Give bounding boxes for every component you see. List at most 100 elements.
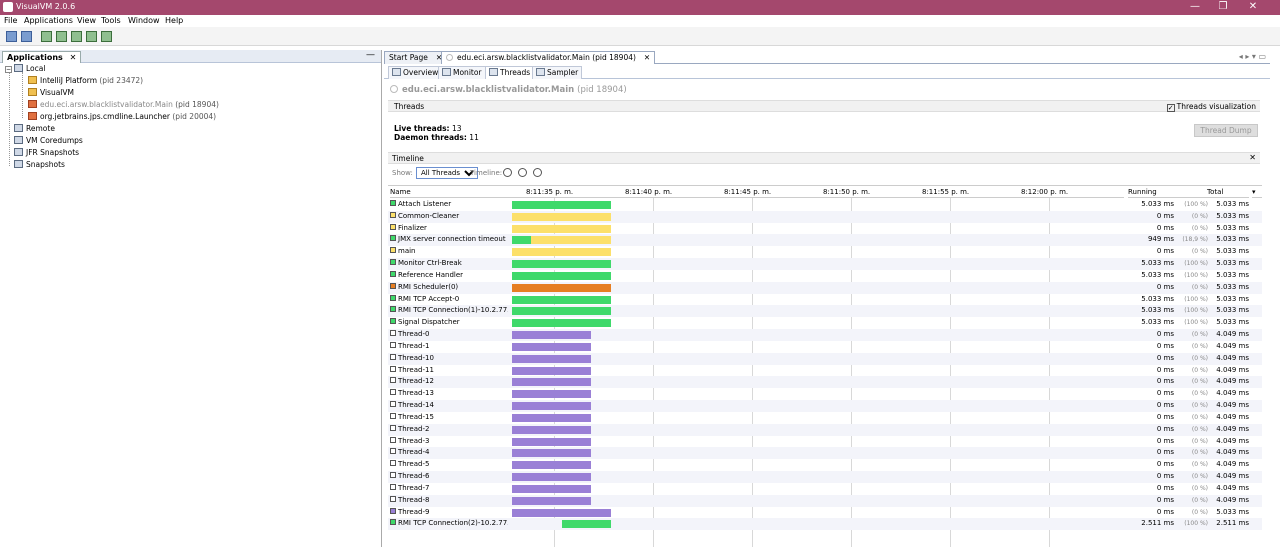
tab-process-main-close-icon[interactable]: ✕	[644, 53, 650, 62]
running-time-cell: 0 ms (0 %)	[1128, 365, 1208, 377]
running-time-value: 0 ms	[1156, 389, 1174, 398]
thread-dump-icon[interactable]	[86, 31, 97, 42]
heap-dump-icon[interactable]	[71, 31, 82, 42]
table-row[interactable]: Thread-8 0 ms (0 %) 4.049 ms	[388, 494, 1262, 507]
snapshot-icon[interactable]	[101, 31, 112, 42]
column-header-name[interactable]: Name	[390, 186, 510, 198]
table-row[interactable]: Thread-13 0 ms (0 %) 4.049 ms	[388, 388, 1262, 400]
table-row[interactable]: Thread-11 0 ms (0 %) 4.049 ms	[388, 365, 1262, 377]
running-time-value: 0 ms	[1156, 436, 1174, 445]
tree-vm-coredumps[interactable]: VM Coredumps	[14, 136, 83, 148]
tree-snapshots[interactable]: Snapshots	[14, 160, 65, 172]
add-jmx-connection-icon[interactable]	[41, 31, 52, 42]
minimize-button[interactable]: —	[1180, 0, 1210, 15]
table-row[interactable]: Thread-1 0 ms (0 %) 4.049 ms	[388, 341, 1262, 353]
applications-tab-close-icon[interactable]: ✕	[70, 53, 77, 62]
running-percent: (100 %)	[1184, 260, 1208, 268]
menu-help[interactable]: Help	[165, 16, 183, 25]
menu-tools[interactable]: Tools	[101, 16, 121, 25]
timeline-close-icon[interactable]: ✕	[1249, 153, 1256, 162]
thread-name: Thread-9	[398, 507, 430, 516]
table-row[interactable]: Thread-7 0 ms (0 %) 4.049 ms	[388, 483, 1262, 495]
panel-minimize-button[interactable]: —	[366, 50, 375, 60]
fit-zoom-icon[interactable]	[533, 168, 542, 177]
table-row[interactable]: Thread-6 0 ms (0 %) 4.049 ms	[388, 471, 1262, 483]
table-row[interactable]: Thread-5 0 ms (0 %) 4.049 ms	[388, 459, 1262, 471]
table-row[interactable]: Thread-0 0 ms (0 %) 4.049 ms	[388, 329, 1262, 341]
tree-remote[interactable]: Remote	[14, 124, 55, 136]
tab-monitor-label: Monitor	[453, 68, 482, 77]
thread-state-bar	[512, 508, 611, 517]
menu-window[interactable]: Window	[128, 16, 160, 25]
maximize-button[interactable]: ❐	[1208, 0, 1238, 15]
tab-sampler[interactable]: Sampler	[532, 66, 583, 79]
running-time-value: 0 ms	[1156, 223, 1174, 232]
table-row[interactable]: Thread-15 0 ms (0 %) 4.049 ms	[388, 412, 1262, 424]
table-row[interactable]: Thread-9 0 ms (0 %) 5.033 ms	[388, 507, 1262, 519]
table-row[interactable]: Reference Handler 5.033 ms (100 %) 5.033 ms	[388, 270, 1262, 282]
table-row[interactable]: Finalizer 0 ms (0 %) 5.033 ms	[388, 223, 1262, 235]
tab-start-page[interactable]: Start Page ✕	[384, 51, 448, 64]
thread-state-bar	[512, 342, 592, 351]
load-snapshot-icon[interactable]	[6, 31, 17, 42]
menu-view[interactable]: View	[77, 16, 96, 25]
zoom-in-icon[interactable]	[503, 168, 512, 177]
table-row[interactable]: Monitor Ctrl-Break 5.033 ms (100 %) 5.033 m…	[388, 258, 1262, 270]
running-percent: (0 %)	[1191, 437, 1208, 445]
column-header-running[interactable]: Running	[1128, 186, 1208, 198]
running-percent: (0 %)	[1191, 413, 1208, 421]
tab-monitor[interactable]: Monitor	[438, 66, 486, 79]
table-row[interactable]: Thread-12 0 ms (0 %) 4.049 ms	[388, 376, 1262, 389]
applications-tab[interactable]: Applications ✕	[2, 51, 82, 63]
table-row[interactable]: Thread-4 0 ms (0 %) 4.049 ms	[388, 447, 1262, 460]
threads-visualization-checkbox[interactable]: ✓ Threads visualization	[1166, 102, 1256, 112]
table-row[interactable]: RMI TCP Connection(1)-10.2.77.2 5.033 ms (…	[388, 305, 1262, 318]
thread-state-bar	[512, 283, 611, 292]
thread-state-icon	[390, 401, 396, 408]
table-row[interactable]: Thread-14 0 ms (0 %) 4.049 ms	[388, 400, 1262, 412]
total-time-cell: 4.049 ms	[1216, 495, 1249, 504]
tree-local[interactable]: Local	[14, 64, 45, 76]
tree-collapse-icon[interactable]: −	[5, 66, 12, 73]
menu-file[interactable]: File	[4, 16, 17, 25]
table-row[interactable]: main 0 ms (0 %) 5.033 ms	[388, 246, 1262, 258]
tree-jps-launcher[interactable]: org.jetbrains.jps.cmdline.Launcher (pid …	[28, 112, 216, 124]
tab-start-page-label: Start Page	[389, 53, 428, 62]
tab-threads[interactable]: Threads	[485, 66, 535, 79]
table-row[interactable]: Signal Dispatcher 5.033 ms (100 %) 5.033 ms	[388, 317, 1262, 329]
table-row[interactable]: RMI TCP Accept-0 5.033 ms (100 %) 5.033 ms	[388, 294, 1262, 306]
running-percent: (0 %)	[1191, 390, 1208, 398]
column-chooser-icon[interactable]: ▾	[1252, 186, 1262, 198]
add-remote-host-icon[interactable]	[56, 31, 67, 42]
total-time-cell: 4.049 ms	[1216, 353, 1249, 362]
tree-jfr-snapshots[interactable]: JFR Snapshots	[14, 148, 79, 160]
table-row[interactable]: RMI TCP Connection(2)-10.2.77.2 2.511 ms (…	[388, 518, 1262, 531]
save-icon[interactable]	[21, 31, 32, 42]
running-percent: (100 %)	[1184, 319, 1208, 327]
thread-name-cell: Finalizer	[390, 223, 508, 235]
table-row[interactable]: Attach Listener 5.033 ms (100 %) 5.033 ms	[388, 199, 1262, 211]
thread-state-bar	[512, 366, 592, 375]
tab-process-main[interactable]: edu.eci.arsw.blacklistvalidator.Main (pi…	[441, 51, 656, 64]
thread-filter-select[interactable]: All Threads	[416, 167, 478, 179]
running-percent: (0 %)	[1191, 378, 1208, 386]
table-row[interactable]: RMI Scheduler(0) 0 ms (0 %) 5.033 ms	[388, 281, 1262, 294]
tab-overview[interactable]: Overview	[388, 66, 443, 79]
zoom-out-icon[interactable]	[518, 168, 527, 177]
thread-dump-button[interactable]: Thread Dump	[1194, 124, 1258, 137]
tree-blacklistvalidator-main[interactable]: edu.eci.arsw.blacklistvalidator.Main (pi…	[28, 100, 219, 112]
table-row[interactable]: JMX server connection timeout 33 949 ms (1…	[388, 234, 1262, 247]
menu-applications[interactable]: Applications	[24, 16, 73, 25]
close-window-button[interactable]: ✕	[1238, 0, 1268, 15]
tree-visualvm[interactable]: VisualVM	[28, 88, 74, 100]
thread-state-icon	[390, 436, 396, 443]
running-time-cell: 0 ms (0 %)	[1128, 400, 1208, 412]
table-row[interactable]: Common-Cleaner 0 ms (0 %) 5.033 ms	[388, 210, 1262, 223]
tab-navigation-controls[interactable]: ◂ ▸ ▾ ▭	[1239, 52, 1266, 61]
tree-intellij-platform[interactable]: IntelliJ Platform (pid 23472)	[28, 76, 143, 88]
table-row[interactable]: Thread-2 0 ms (0 %) 4.049 ms	[388, 423, 1262, 436]
table-row[interactable]: Thread-10 0 ms (0 %) 4.049 ms	[388, 352, 1262, 365]
column-header-timeline[interactable]: 8:11:35 p. m. 8:11:40 p. m. 8:11:45 p. m. 8…	[510, 186, 1124, 198]
table-row[interactable]: Thread-3 0 ms (0 %) 4.049 ms	[388, 436, 1262, 448]
column-header-total[interactable]: Total	[1207, 186, 1249, 198]
